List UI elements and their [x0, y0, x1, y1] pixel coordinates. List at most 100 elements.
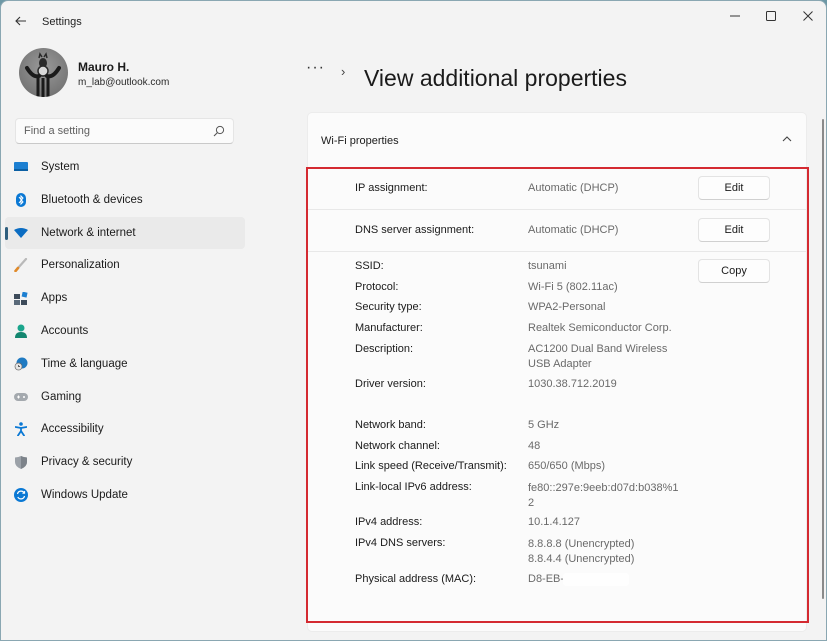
edit-dns-assignment-button[interactable]: Edit [698, 218, 770, 242]
property-value: 650/650 (Mbps) [528, 460, 606, 472]
avatar [19, 48, 68, 97]
property-label: Link-local IPv6 address: [355, 481, 472, 493]
redacted-mac-mask [563, 573, 629, 586]
avatar-figure-icon [25, 52, 61, 97]
title-bar: Settings [1, 1, 826, 41]
search-icon[interactable] [213, 125, 225, 137]
ip-assignment-label: IP assignment: [355, 182, 428, 194]
brush-icon [14, 258, 28, 273]
sidebar-item-accessibility[interactable]: Accessibility [5, 413, 245, 445]
app-title: Settings [42, 16, 82, 28]
close-button[interactable] [793, 7, 823, 25]
update-icon [14, 487, 28, 502]
property-value: fe80::297e:9eeb:d07d:b038%1 [528, 482, 679, 494]
edit-ip-assignment-button[interactable]: Edit [698, 176, 770, 200]
back-button[interactable] [11, 11, 31, 31]
property-label: SSID: [355, 260, 384, 272]
breadcrumb: ··· › [306, 59, 346, 80]
property-label: IPv4 DNS servers: [355, 537, 446, 549]
bluetooth-icon [14, 192, 28, 207]
search-box[interactable] [15, 118, 234, 144]
minimize-icon [730, 15, 740, 17]
sidebar-item-time-language[interactable]: Time & language [5, 348, 245, 380]
sidebar-item-windows-update[interactable]: Windows Update [5, 479, 245, 511]
property-label: Link speed (Receive/Transmit): [355, 460, 507, 472]
sidebar-item-apps[interactable]: Apps [5, 282, 245, 314]
sidebar-item-label: Bluetooth & devices [41, 193, 143, 206]
sidebar-item-gaming[interactable]: Gaming [5, 381, 245, 413]
user-name: Mauro H. [78, 60, 130, 74]
apps-icon [14, 291, 28, 305]
property-value: tsunami [528, 260, 567, 272]
property-value: Realtek Semiconductor Corp. [528, 322, 672, 334]
property-label: Network band: [355, 419, 426, 431]
page-title: View additional properties [364, 65, 627, 91]
divider [308, 251, 806, 252]
sidebar-item-privacy-security[interactable]: Privacy & security [5, 446, 245, 478]
person-icon [14, 324, 28, 338]
property-label: Physical address (MAC): [355, 573, 477, 585]
property-value-continued: USB Adapter [528, 358, 592, 370]
property-label: Manufacturer: [355, 322, 423, 334]
property-label: Security type: [355, 301, 422, 313]
property-value: 10.1.4.127 [528, 516, 580, 528]
globe-clock-icon [14, 357, 28, 371]
card-title: Wi-Fi properties [321, 135, 399, 147]
breadcrumb-more-button[interactable]: ··· [306, 59, 325, 77]
sidebar-item-label: Time & language [41, 357, 128, 370]
arrow-left-icon [15, 16, 26, 26]
maximize-icon [766, 11, 776, 21]
property-value-continued: 8.8.4.4 (Unencrypted) [528, 553, 635, 565]
sidebar-item-label: Apps [41, 292, 68, 305]
monitor-icon [14, 160, 28, 174]
shield-icon [14, 455, 28, 469]
property-label: Description: [355, 343, 414, 355]
sidebar-item-label: Privacy & security [41, 456, 133, 469]
accessibility-icon [14, 422, 28, 437]
sidebar-item-network[interactable]: Network & internet [5, 216, 245, 249]
sidebar-item-label: System [41, 161, 80, 173]
sidebar-item-personalization[interactable]: Personalization [5, 249, 245, 281]
minimize-button[interactable] [720, 7, 750, 25]
sidebar-item-label: Gaming [41, 390, 82, 403]
property-value: 1030.38.712.2019 [528, 378, 617, 390]
property-value: 48 [528, 440, 541, 452]
property-label: Protocol: [355, 281, 399, 293]
gamepad-icon [14, 390, 28, 404]
settings-window: Settings Mauro H. m_lab@outlook.com Find… [0, 0, 827, 641]
property-label: Network channel: [355, 440, 440, 452]
property-value: Wi-Fi 5 (802.11ac) [528, 281, 618, 293]
sidebar-item-label: Accessibility [41, 423, 104, 436]
divider [308, 167, 806, 168]
wifi-properties-header[interactable]: Wi-Fi properties [308, 113, 806, 169]
copy-properties-button[interactable]: Copy [698, 259, 770, 283]
property-label: Driver version: [355, 378, 426, 390]
search-input[interactable] [24, 119, 204, 143]
ip-assignment-value: Automatic (DHCP) [528, 182, 619, 194]
property-value: AC1200 Dual Band Wireless [528, 343, 668, 355]
divider [308, 209, 806, 210]
dns-assignment-value: Automatic (DHCP) [528, 224, 619, 236]
dns-assignment-label: DNS server assignment: [355, 224, 475, 236]
chevron-up-icon[interactable] [782, 134, 792, 144]
sidebar-item-label: Personalization [41, 259, 120, 272]
property-value-continued: 2 [528, 497, 535, 509]
sidebar-nav: System Bluetooth & devices Network & int… [5, 151, 245, 512]
property-value: D8-EB- [528, 573, 565, 585]
property-value: 8.8.8.8 (Unencrypted) [528, 538, 635, 550]
sidebar-item-label: Windows Update [41, 488, 128, 501]
sidebar-item-accounts[interactable]: Accounts [5, 315, 245, 347]
property-value: WPA2-Personal [528, 301, 606, 313]
close-icon [803, 11, 813, 21]
property-value: 5 GHz [528, 419, 560, 431]
user-email: m_lab@outlook.com [78, 77, 170, 88]
sidebar-item-label: Accounts [41, 324, 89, 337]
property-label: IPv4 address: [355, 516, 423, 528]
sidebar-item-system[interactable]: System [5, 151, 245, 183]
scrollbar[interactable] [822, 119, 824, 599]
maximize-button[interactable] [756, 7, 786, 25]
wifi-icon [14, 226, 28, 240]
sidebar-item-bluetooth[interactable]: Bluetooth & devices [5, 184, 245, 216]
chevron-right-icon: › [340, 64, 346, 79]
sidebar-item-label: Network & internet [41, 226, 136, 239]
